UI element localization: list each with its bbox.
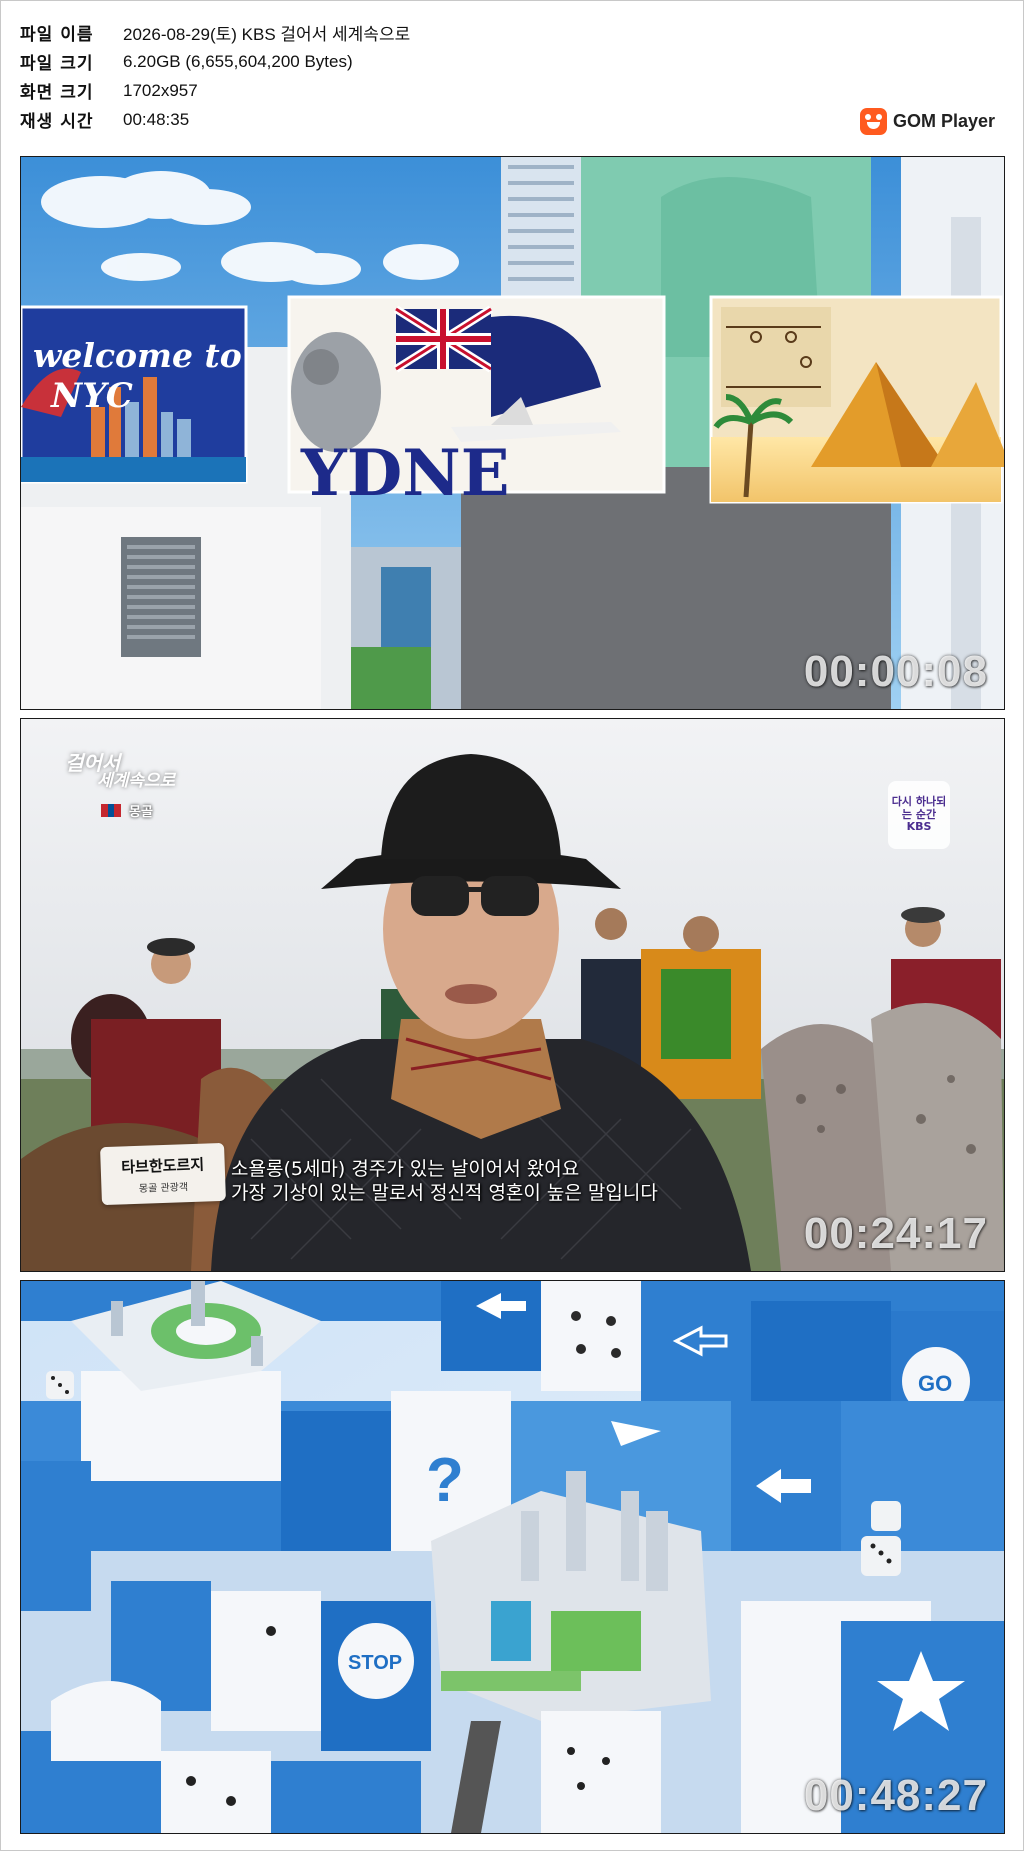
duration-row: 재생 시간 00:48:35 [20, 105, 410, 134]
subtitle: 소욜롱(5세마) 경주가 있는 날이어서 왔어요 가장 기상이 있는 말로서 정… [231, 1157, 658, 1205]
resolution-label: 화면 크기 [20, 83, 94, 103]
thumbnail-1[interactable]: welcome to NYC YDNE 00:00:08 [20, 156, 1005, 710]
go-tile-label: GO [918, 1371, 952, 1396]
thumbnail-1-timestamp: 00:00:08 [803, 647, 988, 696]
thumbnail-1-scene: welcome to NYC YDNE [21, 157, 1004, 709]
subtitle-line-1: 소욜롱(5세마) 경주가 있는 날이어서 왔어요 [231, 1158, 580, 1180]
file-name-row: 파일 이름 2026-08-29(토) KBS 걸어서 세계속으로 [20, 18, 410, 47]
billboard-sydney-text: YDNE [300, 436, 509, 511]
show-logo-line-2: 세계속으로 [97, 771, 176, 791]
kbs-campaign-badge: 다시 하나되는 순간 KBS [888, 781, 950, 849]
thumbnail-3[interactable]: GO ? STOP 00:48:27 [20, 1280, 1005, 1834]
file-info-panel: 파일 이름 2026-08-29(토) KBS 걸어서 세계속으로 파일 크기 … [20, 18, 410, 134]
country-name: 몽골 [129, 805, 153, 820]
subtitle-line-2: 가장 기상이 있는 말로서 정신적 영혼이 높은 말입니다 [231, 1182, 658, 1204]
gom-bear-icon [860, 108, 887, 135]
billboard-nyc-text: NYC [50, 376, 133, 416]
thumbnail-3-timestamp: 00:48:27 [803, 1771, 988, 1820]
gom-player-logo-text: GOM Player [893, 111, 996, 131]
interviewee-name: 타브한도르지 [121, 1155, 205, 1177]
file-name-label: 파일 이름 [20, 25, 94, 45]
billboard-welcome-text: welcome to [33, 336, 242, 375]
interviewee-name-card: 타브한도르지 몽골 관광객 [100, 1142, 226, 1206]
duration-label: 재생 시간 [20, 112, 94, 132]
interviewee-role: 몽골 관광객 [138, 1182, 189, 1195]
resolution-row: 화면 크기 1702x957 [20, 76, 410, 105]
stop-tile-label: STOP [348, 1652, 402, 1674]
file-size-row: 파일 크기 6.20GB (6,655,604,200 Bytes) [20, 47, 410, 76]
country-tag: 몽골 [101, 801, 153, 820]
file-size-label: 파일 크기 [20, 54, 94, 74]
show-logo: 걸어서 세계속으로 [65, 753, 175, 790]
thumbnail-2-timestamp: 00:24:17 [803, 1209, 988, 1258]
resolution-value: 1702x957 [123, 80, 198, 100]
question-tile-label: ? [426, 1446, 464, 1515]
file-name-value: 2026-08-29(토) KBS 걸어서 세계속으로 [123, 25, 411, 44]
mongolia-flag-icon [101, 804, 122, 817]
file-size-value: 6.20GB (6,655,604,200 Bytes) [123, 51, 353, 71]
thumbnail-3-scene: GO ? STOP [21, 1281, 1004, 1833]
duration-value: 00:48:35 [123, 109, 190, 129]
thumbnail-2[interactable]: 걸어서 세계속으로 몽골 다시 하나되는 순간 KBS 타브한도르지 몽골 관광… [20, 718, 1005, 1272]
show-logo-line-1: 걸어서 [65, 751, 121, 775]
gom-player-logo: GOM Player [860, 108, 995, 135]
